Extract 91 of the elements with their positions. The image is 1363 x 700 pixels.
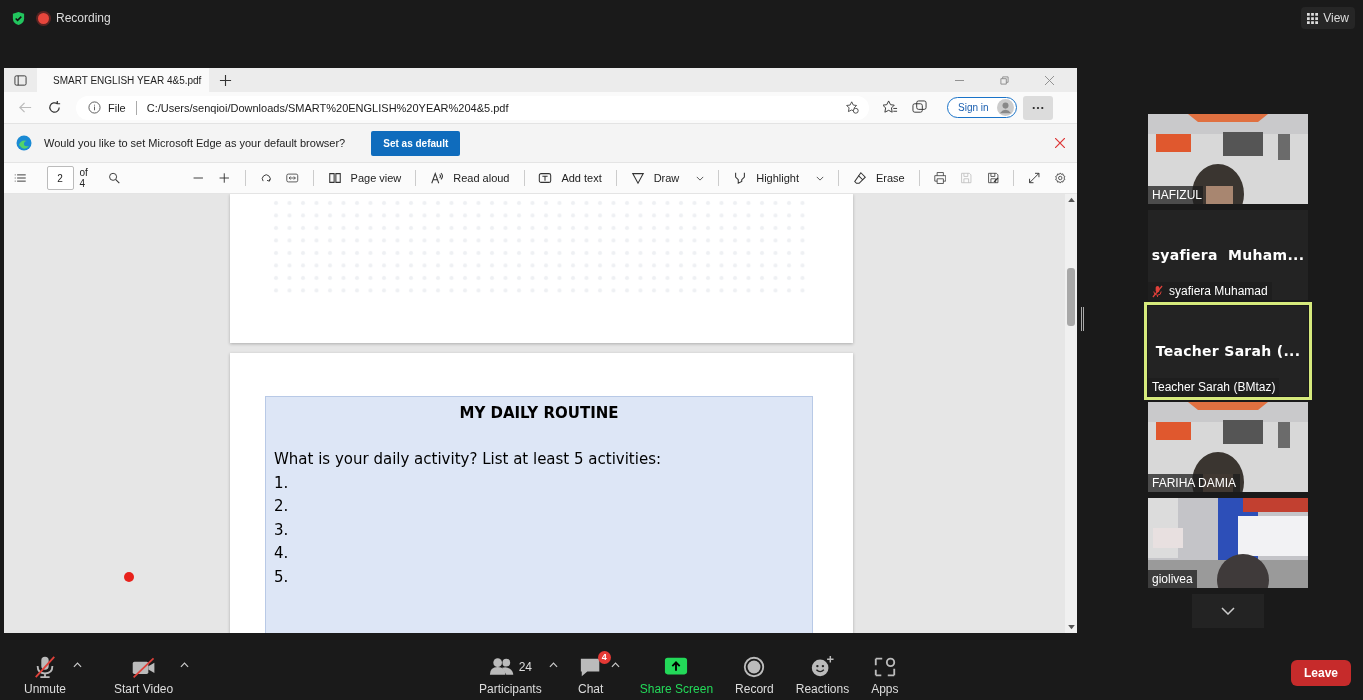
banner-message: Would you like to set Microsoft Edge as your default browser? (44, 137, 346, 149)
video-tile[interactable]: FARIHA DAMIA (1148, 402, 1308, 492)
splitter-handle[interactable] (1081, 307, 1084, 331)
highlighter-icon (733, 171, 748, 185)
participant-name: Teacher Sarah (BMtaz) (1152, 380, 1276, 394)
video-tile[interactable]: HAFIZUL (1148, 114, 1308, 204)
text-box-icon (538, 171, 553, 185)
participant-name: giolivea (1152, 572, 1193, 586)
tab-title: SMART ENGLISH YEAR 4&5.pdf (53, 74, 202, 86)
info-icon (88, 101, 101, 114)
address-bar[interactable]: File C:/Users/senqioi/Downloads/SMART%20ENGLISH%20YEAR%204&5.pdf (76, 95, 869, 120)
add-text-tool[interactable]: Add text (538, 171, 602, 185)
browser-logo-icon (16, 135, 32, 151)
eraser-icon (852, 171, 867, 185)
participant-name: HAFIZUL (1152, 188, 1202, 202)
collections-icon[interactable] (912, 100, 927, 115)
sign-in-button[interactable]: Sign in (947, 97, 1017, 118)
favorites-icon[interactable] (883, 100, 898, 115)
star-plus-icon[interactable] (846, 101, 859, 114)
scroll-thumb[interactable] (1067, 268, 1075, 326)
video-tile[interactable]: giolivea (1148, 498, 1308, 588)
view-button[interactable]: View (1301, 7, 1355, 29)
scroll-up-icon[interactable] (1067, 197, 1075, 202)
caret-up-icon[interactable] (180, 661, 190, 668)
unread-badge: 4 (597, 650, 611, 664)
rotate-icon[interactable] (259, 171, 273, 185)
pen-icon (630, 171, 645, 185)
smiley-plus-icon (809, 654, 836, 679)
refresh-icon[interactable] (47, 100, 62, 115)
chevron-down-icon (816, 175, 824, 181)
read-aloud-tool[interactable]: Read aloud (430, 171, 510, 185)
recording-indicator[interactable]: Recording (38, 11, 111, 25)
search-icon[interactable] (108, 171, 121, 185)
save-as-icon[interactable] (986, 171, 1000, 185)
chevron-down-icon (1221, 607, 1235, 615)
close-icon[interactable] (1045, 75, 1054, 85)
list-number: 3. (274, 519, 290, 541)
page-count: of 4 (79, 167, 89, 189)
participant-name: Teacher Sarah (... (1155, 343, 1301, 359)
erase-tool[interactable]: Erase (852, 171, 905, 185)
caret-up-icon[interactable] (548, 661, 558, 668)
highlight-tool[interactable]: Highlight (733, 171, 824, 185)
record-button[interactable]: Record (727, 649, 782, 696)
video-off-button[interactable]: Start Video (106, 649, 196, 696)
pointer-dot (124, 572, 134, 582)
page-view-tool[interactable]: Page view (327, 171, 402, 185)
chat-button[interactable]: 4 Chat (569, 649, 626, 696)
read-aloud-icon (430, 171, 445, 185)
settings-icon[interactable] (1054, 171, 1067, 185)
fit-width-icon[interactable] (286, 171, 299, 185)
plus-icon[interactable] (218, 171, 231, 185)
participant-name: syafiera Muham... (1151, 247, 1305, 263)
book-icon (327, 171, 342, 185)
more-icon (1031, 105, 1044, 110)
list-number: 2. (274, 496, 290, 517)
reactions-button[interactable]: Reactions (787, 649, 858, 696)
apps-button[interactable]: Apps (863, 649, 907, 696)
worksheet-heading: MY DAILY ROUTINE (458, 404, 620, 422)
page-number-field[interactable]: 2 (46, 166, 74, 190)
shield-icon (11, 10, 26, 26)
scroll-down-icon[interactable] (1067, 625, 1075, 630)
participant-name: syafiera Muhamad (1169, 284, 1268, 298)
leave-button[interactable]: Leave (1291, 659, 1351, 686)
caret-up-icon[interactable] (73, 661, 83, 668)
chevron-down-icon (696, 175, 705, 181)
share-button[interactable]: Share Screen (631, 649, 722, 696)
close-icon[interactable] (1055, 138, 1065, 148)
tab-actions-icon[interactable] (14, 73, 27, 87)
scrollbar[interactable] (1065, 194, 1077, 633)
contents-icon[interactable] (14, 171, 27, 185)
mic-off-button[interactable]: Unmute (16, 649, 89, 696)
scheme-label: File (108, 101, 126, 114)
avatar-icon (996, 99, 1014, 116)
muted-microphone-icon (32, 654, 58, 679)
new-tab-icon[interactable] (219, 73, 232, 87)
url-text: C:/Users/senqioi/Downloads/SMART%20ENGLISH%20YEAR%204&5.pdf (146, 101, 509, 114)
worksheet-question: What is your daily activity? List at least 5 activities: (274, 449, 662, 470)
set-default-button[interactable]: Set as default (371, 130, 461, 156)
draw-tool[interactable]: Draw (630, 171, 705, 185)
list-number: 1. (274, 472, 290, 494)
caret-up-icon[interactable] (610, 661, 620, 668)
list-number: 4. (274, 543, 290, 564)
video-tile[interactable]: syafiera Muham... syafiera Muhamad (1148, 210, 1308, 300)
participants-button[interactable]: 24 Participants (471, 649, 564, 696)
list-number: 5. (274, 566, 290, 588)
grid-icon (1307, 12, 1319, 24)
expand-icon[interactable] (1027, 171, 1041, 185)
printer-icon[interactable] (933, 171, 947, 185)
participant-name: FARIHA DAMIA (1152, 476, 1237, 490)
participant-count: 24 (518, 659, 533, 674)
browser-tab[interactable]: SMART ENGLISH YEAR 4&5.pdf (37, 68, 209, 92)
